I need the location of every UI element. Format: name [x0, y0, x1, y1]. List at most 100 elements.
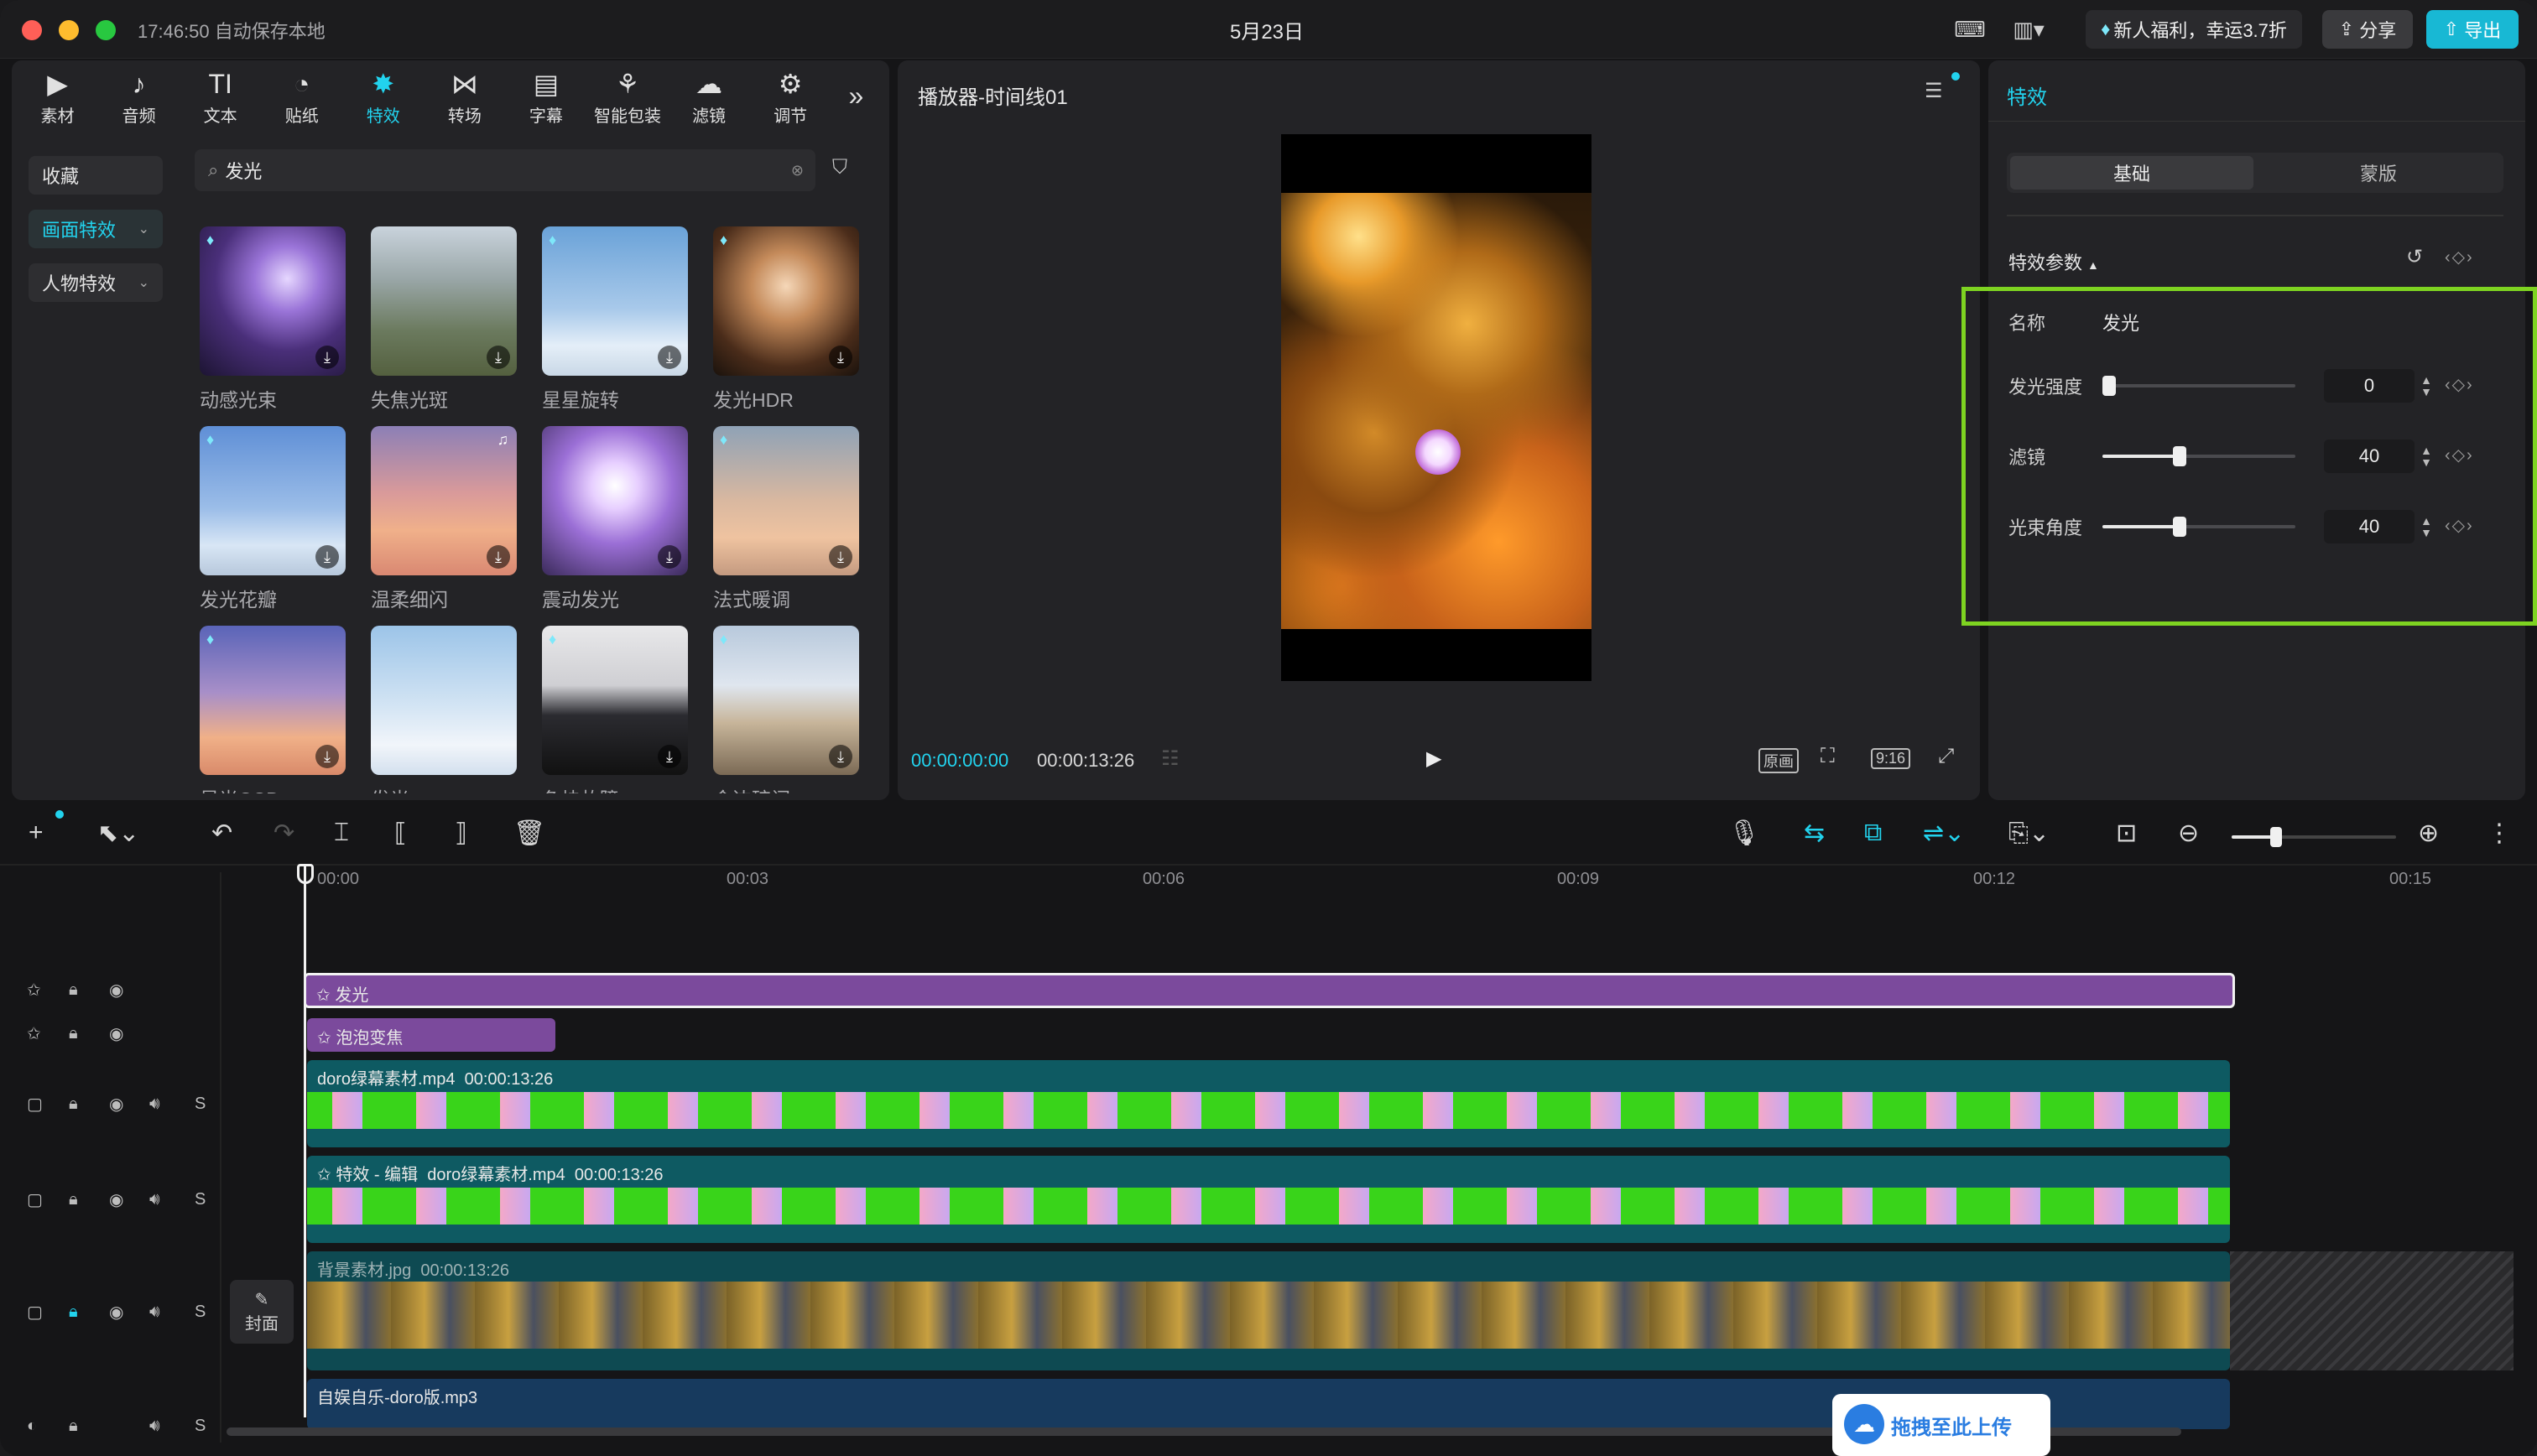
select-tool-icon[interactable]: ⬉⌄ [97, 819, 139, 848]
lock-icon[interactable]: 🔒︎ [69, 1190, 78, 1209]
solo-button[interactable]: S [195, 1417, 206, 1436]
effect-clip-glow[interactable]: ✩ 发光 [304, 973, 2235, 1008]
effect-card[interactable]: ♦ ⤓ 发光花瓣 [200, 426, 346, 612]
tab-effects[interactable]: ✸ 特效 [342, 64, 424, 131]
split-icon[interactable]: ⌶ [334, 819, 349, 847]
background-image-clip[interactable]: 背景素材.jpg 00:00:13:26 [307, 1251, 2230, 1370]
visibility-icon[interactable]: ◉ [109, 1302, 123, 1323]
fit-icon[interactable]: ⊡ [2116, 819, 2137, 848]
auto-snap-icon[interactable]: ⧉ [1864, 819, 1882, 847]
download-icon[interactable]: ⤓ [487, 545, 510, 569]
solo-button[interactable]: S [195, 1190, 206, 1209]
undo-icon[interactable]: ↶ [211, 819, 232, 848]
keyboard-icon[interactable]: ⌨ [1951, 10, 1988, 49]
share-button[interactable]: ⇪ 分享 [2322, 10, 2413, 49]
volume-icon[interactable]: 🔊︎ [149, 1095, 160, 1114]
upload-drop-button[interactable]: ☁ 拖拽至此上传 [1832, 1394, 2050, 1456]
keyframe-icon[interactable]: ‹◇› [2445, 247, 2474, 268]
sidebar-item-favorites[interactable]: 收藏 [29, 156, 163, 195]
download-icon[interactable]: ⤓ [829, 346, 852, 369]
sidebar-item-scene-effects[interactable]: 画面特效 ⌄ [29, 210, 163, 248]
minimize-window-button[interactable] [59, 20, 79, 40]
visibility-icon[interactable]: ◉ [109, 1189, 123, 1210]
fullscreen-icon[interactable]: ⤢ [1938, 745, 1954, 768]
lock-icon[interactable]: 🔒︎ [69, 1417, 78, 1436]
solo-button[interactable]: S [195, 1095, 206, 1114]
section-title[interactable]: 特效参数 ▲ [2008, 248, 2099, 275]
effect-card[interactable]: ⤓ 失焦光斑 [371, 226, 517, 413]
zoom-in-icon[interactable]: ⊕ [2418, 819, 2439, 848]
download-icon[interactable]: ⤓ [658, 346, 681, 369]
clear-search-icon[interactable]: ⊗ [791, 162, 804, 179]
effect-card[interactable]: ⤓ ♫ 温柔细闪 [371, 426, 517, 612]
effect-card[interactable]: ♦ ⤓ 法式暖调 [713, 426, 859, 612]
tab-audio[interactable]: ♪ 音频 [98, 64, 180, 131]
split-left-icon[interactable]: ⟦ [394, 819, 407, 848]
playhead[interactable] [304, 864, 306, 1417]
effect-card[interactable]: 发光 [371, 626, 517, 793]
zoom-out-icon[interactable]: ⊖ [2178, 819, 2199, 848]
download-icon[interactable]: ⤓ [315, 545, 339, 569]
visibility-icon[interactable]: ◉ [109, 980, 123, 1001]
tab-smart-pack[interactable]: ⚘ 智能包装 [586, 64, 668, 131]
lock-icon[interactable]: 🔒︎ [69, 1303, 78, 1322]
tab-media[interactable]: ▶ 素材 [17, 64, 98, 131]
effect-card[interactable]: ♦⤓ 星光CCD [200, 626, 346, 793]
search-input[interactable]: ⌕ 发光 ⊗ [195, 149, 815, 191]
split-right-icon[interactable]: ⟧ [455, 819, 467, 848]
effect-card[interactable]: ♦ ⤓ 星星旋转 [542, 226, 688, 413]
visibility-icon[interactable]: ◉ [109, 1094, 123, 1115]
volume-icon[interactable]: 🔊︎ [149, 1417, 160, 1436]
promo-button[interactable]: ♦ 新人福利，幸运3.7折 [2086, 10, 2302, 49]
effect-card[interactable]: ♦⤓ 色块故障 [542, 626, 688, 793]
effect-card[interactable]: ♦ ⤓ 发光HDR [713, 226, 859, 413]
visibility-icon[interactable]: ◉ [109, 1023, 123, 1044]
microphone-icon[interactable]: 🎙 [1728, 819, 1760, 848]
lock-icon[interactable]: 🔒︎ [69, 980, 78, 1000]
more-tabs-button[interactable]: » [831, 64, 881, 131]
zoom-slider[interactable] [2232, 827, 2396, 847]
aspect-ratio-button[interactable]: 9:16 [1871, 748, 1911, 769]
tab-mask[interactable]: 蒙版 [2257, 156, 2500, 190]
effect-card[interactable]: ⤓ 震动发光 [542, 426, 688, 612]
tab-sticker[interactable]: ◔ 贴纸 [261, 64, 342, 131]
effect-clip-bubble-zoom[interactable]: ✩ 泡泡变焦 [307, 1018, 555, 1052]
video-clip-1[interactable]: doro绿幕素材.mp4 00:00:13:26 [307, 1060, 2230, 1147]
close-window-button[interactable] [22, 20, 42, 40]
add-icon[interactable]: + [29, 819, 44, 847]
redo-icon[interactable]: ↷ [273, 819, 294, 848]
layout-icon[interactable]: ▥▾ [2003, 10, 2054, 49]
lock-icon[interactable]: 🔒︎ [69, 1024, 78, 1043]
grid-icon[interactable]: ☷ [1161, 746, 1180, 771]
download-icon[interactable]: ⤓ [315, 745, 339, 768]
play-button[interactable]: ▶ [1426, 746, 1441, 771]
tab-adjust[interactable]: ⚙ 调节 [750, 64, 831, 131]
zoom-knob[interactable] [2270, 827, 2282, 847]
effect-card[interactable]: ♦⤓ 金边碎闪 [713, 626, 859, 793]
download-icon[interactable]: ⤓ [829, 745, 852, 768]
download-icon[interactable]: ⤓ [315, 346, 339, 369]
download-icon[interactable]: ⤓ [487, 346, 510, 369]
download-icon[interactable]: ⤓ [658, 545, 681, 569]
tab-filter[interactable]: ☁ 滤镜 [669, 64, 750, 131]
sidebar-item-character-effects[interactable]: 人物特效 ⌄ [29, 263, 163, 302]
download-icon[interactable]: ⤓ [658, 745, 681, 768]
download-icon[interactable]: ⤓ [829, 545, 852, 569]
cover-button[interactable]: ✎ 封面 [230, 1280, 294, 1344]
linkage-icon[interactable]: ⇌⌄ [1923, 819, 1965, 848]
lock-icon[interactable]: 🔒︎ [69, 1095, 78, 1114]
menu-icon[interactable]: ☰ [1925, 79, 1943, 103]
volume-icon[interactable]: 🔊︎ [149, 1303, 160, 1322]
volume-icon[interactable]: 🔊︎ [149, 1190, 160, 1209]
solo-button[interactable]: S [195, 1303, 206, 1322]
playhead-handle[interactable] [297, 864, 314, 884]
video-clip-2[interactable]: ✩ 特效 - 编辑 doro绿幕素材.mp4 00:00:13:26 [307, 1156, 2230, 1243]
reset-icon[interactable]: ↺ [2406, 245, 2423, 269]
video-preview[interactable] [1281, 134, 1591, 681]
effect-card[interactable]: ♦ ⤓ 动感光束 [200, 226, 346, 413]
tab-basic[interactable]: 基础 [2010, 156, 2253, 190]
more-icon[interactable]: ⋮ [2487, 819, 2512, 848]
delete-icon[interactable]: 🗑 [513, 819, 545, 848]
favorite-filter-icon[interactable]: ⛉ [832, 156, 847, 179]
export-button[interactable]: ⇧ 导出 [2426, 10, 2519, 49]
